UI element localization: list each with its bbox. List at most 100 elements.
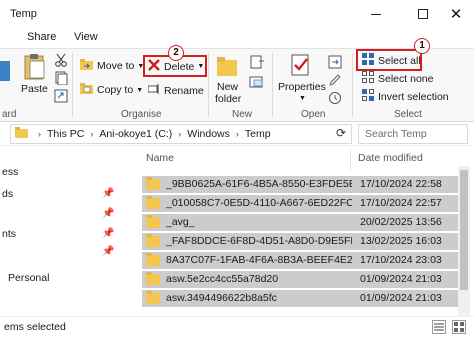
close-button[interactable]: ✕	[433, 0, 474, 28]
copy-to-icon	[80, 83, 93, 97]
column-header-date-modified[interactable]: Date modified	[358, 152, 423, 164]
window-title: Temp	[10, 8, 37, 20]
group-separator	[208, 53, 209, 117]
properties-label: Properties	[278, 81, 326, 93]
delete-x-icon	[148, 59, 160, 74]
cut-icon[interactable]	[54, 53, 68, 70]
breadcrumb-drive[interactable]: Ani-okoye1 (C:)	[99, 128, 172, 140]
invert-selection-button[interactable]: Invert selection	[362, 89, 449, 104]
new-folder-label-1: New	[217, 81, 239, 93]
properties-dropdown-icon[interactable]: ▼	[299, 95, 306, 102]
invert-selection-icon	[362, 89, 374, 104]
folder-icon	[146, 196, 160, 209]
table-row[interactable]: _9BB0625A-61F6-4B5A-8550-E3FDE5B172... 1…	[142, 176, 460, 193]
delete-label: Delete	[164, 60, 195, 73]
paste-button[interactable]	[24, 53, 46, 84]
table-row[interactable]: asw.3494496622b8a5fc 01/09/2024 21:03	[142, 290, 460, 307]
table-row[interactable]: _FAF8DDCE-6F8D-4D51-A8D0-D9E5FB... 13/02…	[142, 233, 460, 250]
edit-icon[interactable]	[328, 73, 342, 90]
tab-view[interactable]: View	[74, 31, 98, 43]
new-folder-button[interactable]	[216, 55, 238, 80]
select-none-label: Select none	[378, 72, 434, 85]
address-bar: › This PC › Ani-okoye1 (C:) › Windows › …	[0, 122, 474, 146]
column-header-name[interactable]: Name	[146, 152, 174, 164]
copy-path-icon[interactable]	[54, 71, 68, 88]
clipboard-group-label: ard	[2, 109, 17, 120]
select-group-label: Select	[394, 109, 422, 120]
nav-item-documents[interactable]: nts	[2, 228, 16, 240]
callout-badge-1: 1	[414, 38, 430, 54]
rename-label: Rename	[164, 84, 204, 97]
breadcrumb-temp[interactable]: Temp	[245, 128, 271, 140]
details-view-icon[interactable]	[432, 320, 446, 334]
folder-icon	[146, 215, 160, 228]
file-name: _010058C7-0E5D-4110-A667-6ED22FC623...	[166, 197, 352, 209]
tab-share[interactable]: Share	[27, 31, 56, 43]
search-placeholder: Search Temp	[365, 128, 427, 140]
pin-icon: 📌	[102, 208, 115, 219]
open-icon[interactable]	[328, 55, 342, 72]
select-all-button[interactable]: Select all	[362, 53, 421, 68]
vertical-scrollbar[interactable]	[458, 166, 470, 316]
new-item-icon[interactable]	[249, 55, 265, 72]
select-none-icon	[362, 71, 374, 86]
large-icons-view-icon[interactable]	[452, 320, 466, 334]
file-date: 20/02/2025 13:56	[360, 216, 442, 228]
breadcrumb-this-pc[interactable]: This PC	[47, 128, 84, 140]
move-to-button[interactable]: Move to ▼	[80, 59, 144, 73]
table-row[interactable]: asw.5e2cc4cc55a78d20 01/09/2024 21:03	[142, 271, 460, 288]
table-row[interactable]: 8A37C07F-1FAB-4F6A-8B3A-BEEF4E2... 17/10…	[142, 252, 460, 269]
select-none-button[interactable]: Select none	[362, 71, 433, 86]
pin-icon: 📌	[102, 246, 115, 257]
breadcrumb-windows[interactable]: Windows	[187, 128, 230, 140]
status-bar: ems selected	[0, 316, 474, 338]
open-group-label: Open	[301, 109, 326, 120]
history-icon[interactable]	[328, 91, 342, 108]
table-row[interactable]: _avg_ 20/02/2025 13:56	[142, 214, 460, 231]
address-field[interactable]: › This PC › Ani-okoye1 (C:) › Windows › …	[10, 124, 352, 144]
delete-dropdown-icon: ▼	[197, 63, 205, 70]
file-date: 13/02/2025 16:03	[360, 235, 442, 247]
copy-to-button[interactable]: Copy to ▼	[80, 83, 143, 97]
file-date: 17/10/2024 23:03	[360, 254, 442, 266]
refresh-icon[interactable]: ⟳	[336, 126, 346, 140]
nav-item-downloads[interactable]: ds	[2, 188, 13, 200]
folder-icon	[146, 177, 160, 190]
file-name: asw.3494496622b8a5fc	[166, 292, 277, 304]
new-folder-label-2: folder	[215, 93, 242, 105]
file-date: 01/09/2024 21:03	[360, 273, 442, 285]
paste-label: Paste	[21, 83, 48, 95]
rename-icon	[147, 83, 160, 98]
folder-icon	[15, 127, 28, 141]
delete-button[interactable]: Delete ▼	[148, 59, 204, 74]
group-separator	[72, 53, 73, 117]
minimize-icon	[371, 13, 381, 15]
maximize-icon	[418, 9, 428, 19]
folder-icon	[146, 291, 160, 304]
table-row[interactable]: _010058C7-0E5D-4110-A667-6ED22FC623... 1…	[142, 195, 460, 212]
file-name: asw.5e2cc4cc55a78d20	[166, 273, 279, 285]
column-separator[interactable]	[350, 150, 351, 170]
easy-access-icon[interactable]	[249, 75, 265, 92]
organise-group-label: Organise	[121, 109, 162, 120]
scrollbar-thumb[interactable]	[460, 170, 468, 290]
file-name: 8A37C07F-1FAB-4F6A-8B3A-BEEF4E2...	[166, 254, 352, 266]
file-list: Name Date modified _9BB0625A-61F6-4B5A-8…	[134, 146, 474, 316]
search-input[interactable]: Search Temp	[358, 124, 468, 144]
group-separator	[272, 53, 273, 117]
properties-button[interactable]	[290, 53, 312, 80]
ribbon-tabs: Share View	[0, 28, 474, 48]
file-name: _avg_	[166, 216, 195, 228]
copy-to-dropdown-icon: ▼	[136, 86, 144, 94]
select-all-icon	[362, 53, 374, 68]
nav-item-quick-access[interactable]: ess	[2, 166, 18, 178]
title-bar: Temp ✕	[0, 0, 474, 28]
minimize-button[interactable]	[353, 0, 399, 28]
pin-to-quick-access-icon[interactable]	[0, 53, 12, 92]
rename-button[interactable]: Rename	[147, 83, 204, 98]
move-to-label: Move to	[97, 60, 135, 72]
nav-item-personal[interactable]: Personal	[8, 272, 49, 284]
paste-shortcut-icon[interactable]	[54, 89, 68, 106]
chevron-right-icon: ›	[178, 129, 182, 139]
folder-icon	[146, 272, 160, 285]
